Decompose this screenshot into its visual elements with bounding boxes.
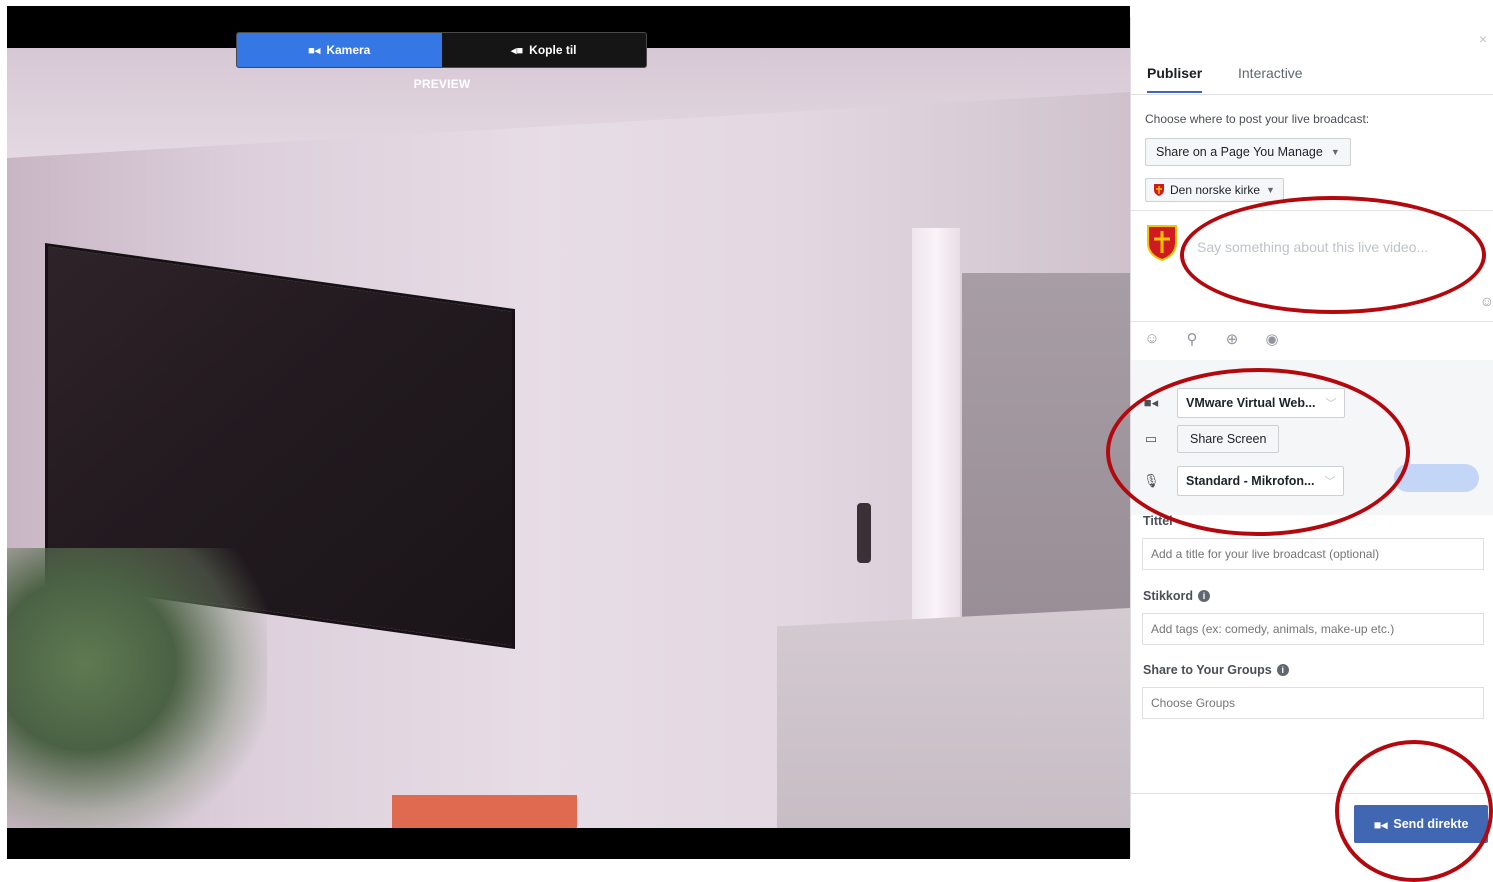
connect-icon: ◂■ xyxy=(510,44,524,57)
video-camera-icon: ■◂ xyxy=(1143,395,1159,410)
tab-kople-til[interactable]: ◂■ Kople til xyxy=(442,33,647,67)
tab-interactive[interactable]: Interactive xyxy=(1238,65,1303,91)
choose-where-label: Choose where to post your live broadcast… xyxy=(1145,112,1370,126)
screen-row: ▭ Share Screen xyxy=(1143,425,1280,453)
video-camera-icon: ■◂ xyxy=(1373,817,1388,832)
camera-preview: ■◂ Kamera ◂■ Kople til PREVIEW xyxy=(7,6,1130,859)
publish-panel: × Publiser Interactive Choose where to p… xyxy=(1130,17,1493,857)
tags-input[interactable] xyxy=(1142,613,1484,645)
share-screen-button[interactable]: Share Screen xyxy=(1177,425,1280,453)
chevron-down-icon: ﹀ xyxy=(1324,476,1336,488)
go-live-button[interactable]: ■◂ Send direkte xyxy=(1354,805,1488,843)
tags-label: Stikkord i xyxy=(1143,589,1211,603)
plant xyxy=(7,548,267,828)
preview-label: PREVIEW xyxy=(413,77,471,91)
video-camera-icon: ■◂ xyxy=(308,44,321,57)
church-shield-icon xyxy=(1154,184,1164,196)
panel-tabs: Publiser Interactive xyxy=(1131,59,1493,95)
caret-down-icon: ▼ xyxy=(1330,147,1340,157)
tab-kamera[interactable]: ■◂ Kamera xyxy=(237,33,442,67)
page-dropdown[interactable]: Den norske kirke ▼ xyxy=(1145,178,1284,202)
microphone-select[interactable]: Standard - Mikrofon... ﹀ xyxy=(1177,466,1345,496)
tag-target-icon[interactable]: ⊕ xyxy=(1223,330,1241,348)
title-input[interactable] xyxy=(1142,538,1484,570)
camera-select[interactable]: VMware Virtual Web... ﹀ xyxy=(1177,388,1346,418)
location-pin-icon[interactable]: ⚲ xyxy=(1183,330,1201,348)
source-tabs: ■◂ Kamera ◂■ Kople til xyxy=(236,32,647,68)
info-icon[interactable]: i xyxy=(1276,664,1289,676)
page-avatar-icon xyxy=(1147,225,1177,261)
video-feed xyxy=(7,48,1130,828)
chevron-down-icon: ﹀ xyxy=(1325,398,1337,410)
feeling-icon[interactable]: ☺ xyxy=(1143,330,1161,348)
monitor-icon: ▭ xyxy=(1144,431,1158,446)
info-icon[interactable]: i xyxy=(1198,590,1211,602)
share-destination-dropdown[interactable]: Share on a Page You Manage ▼ xyxy=(1145,138,1351,166)
microphone-icon: 🎙︎ xyxy=(1143,473,1160,488)
emoji-picker-icon[interactable]: ☺ xyxy=(1480,293,1493,309)
close-icon[interactable]: × xyxy=(1479,31,1487,47)
groups-label: Share to Your Groups i xyxy=(1143,663,1289,677)
compose-area: Say something about this live video... ☺ xyxy=(1131,210,1493,322)
title-label: Tittel xyxy=(1143,514,1173,528)
sticker-icon[interactable]: ◉ xyxy=(1263,330,1281,348)
compose-tools: ☺ ⚲ ⊕ ◉ xyxy=(1143,330,1281,348)
camera-row: ■◂ VMware Virtual Web... ﹀ xyxy=(1143,388,1346,418)
groups-input[interactable] xyxy=(1142,687,1484,719)
mic-level-meter xyxy=(1394,464,1479,492)
mic-row: 🎙︎ Standard - Mikrofon... ﹀ xyxy=(1143,466,1345,496)
tab-publiser[interactable]: Publiser xyxy=(1147,65,1203,93)
compose-input[interactable]: Say something about this live video... xyxy=(1197,239,1428,255)
caret-down-icon: ▼ xyxy=(1266,185,1275,195)
